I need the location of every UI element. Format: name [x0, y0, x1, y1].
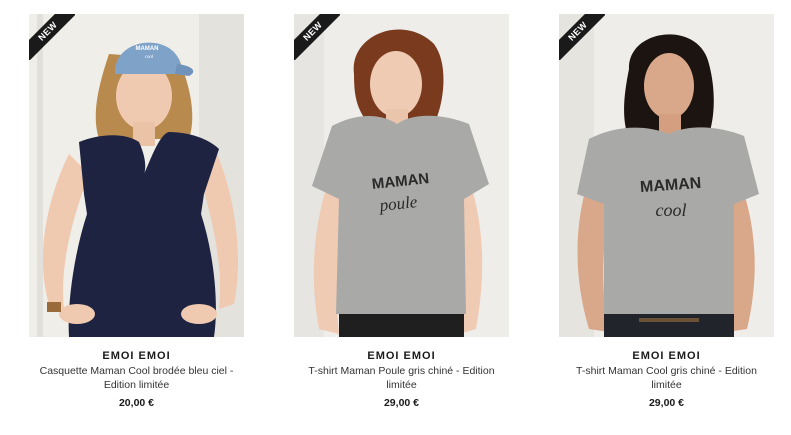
new-badge: NEW — [559, 14, 605, 60]
product-info: EMOI EMOI T-shirt Maman Poule gris chiné… — [294, 337, 509, 410]
new-badge-label: NEW — [294, 14, 340, 60]
product-card[interactable]: MAMAN cool NEW EMOI EMOI T-shirt Maman C… — [559, 14, 774, 429]
product-price: 20,00 € — [118, 397, 155, 409]
new-badge-label: NEW — [559, 14, 605, 60]
model-photo: MAMAN cool — [29, 14, 244, 337]
product-image[interactable]: MAMAN cool NEW — [29, 14, 244, 337]
product-card[interactable]: MAMAN cool NEW EMOI EMOI Casquette Maman… — [29, 14, 244, 429]
product-title[interactable]: Casquette Maman Cool brodée bleu ciel - … — [34, 364, 239, 392]
product-brand: EMOI EMOI — [102, 350, 171, 362]
product-title[interactable]: T-shirt Maman Cool gris chiné - Edition … — [564, 364, 769, 392]
product-info: EMOI EMOI Casquette Maman Cool brodée bl… — [29, 337, 244, 410]
product-info: EMOI EMOI T-shirt Maman Cool gris chiné … — [559, 337, 774, 410]
product-brand: EMOI EMOI — [632, 350, 701, 362]
product-brand: EMOI EMOI — [367, 350, 436, 362]
model-photo: MAMAN cool — [559, 14, 774, 337]
product-price: 29,00 € — [648, 397, 685, 409]
product-title[interactable]: T-shirt Maman Poule gris chiné - Edition… — [299, 364, 504, 392]
product-image[interactable]: MAMAN cool NEW — [559, 14, 774, 337]
new-badge: NEW — [29, 14, 75, 60]
product-image[interactable]: MAMAN poule NEW — [294, 14, 509, 337]
tshirt-print-line2: cool — [656, 200, 687, 220]
product-card[interactable]: MAMAN poule NEW EMOI EMOI T-shirt Maman … — [294, 14, 509, 429]
product-price: 29,00 € — [383, 397, 420, 409]
new-badge-label: NEW — [29, 14, 75, 60]
cap-print-line1: MAMAN — [136, 46, 159, 52]
new-badge: NEW — [294, 14, 340, 60]
cap-print-line2: cool — [145, 55, 154, 60]
model-photo: MAMAN poule — [294, 14, 509, 337]
product-grid: MAMAN cool NEW EMOI EMOI Casquette Maman… — [0, 0, 791, 435]
